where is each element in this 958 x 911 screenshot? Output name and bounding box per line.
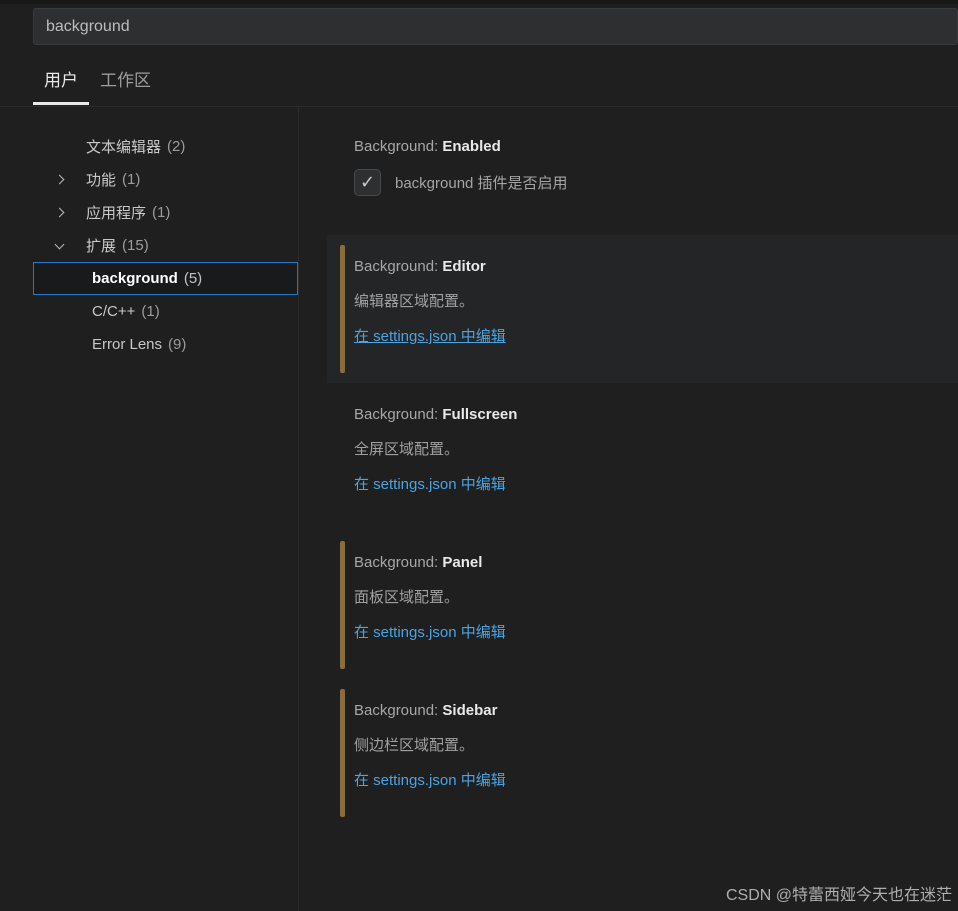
edit-in-settings-json-link[interactable]: 在 settings.json 中编辑	[354, 328, 506, 345]
setting-category: Background:	[354, 258, 443, 275]
setting-category: Background:	[354, 138, 443, 155]
modified-indicator-bar	[340, 541, 345, 669]
checkmark-icon: ✓	[359, 172, 376, 192]
chevron-slot	[54, 239, 86, 249]
toc-item-count: (9)	[168, 336, 187, 353]
toc-item-文本编辑器[interactable]: 文本编辑器 (2)	[0, 130, 298, 163]
toc-item-errorlens[interactable]: Error Lens (9)	[0, 328, 298, 361]
toc-item-label: background	[92, 270, 178, 287]
settings-list: Background: Enabled ✓ background 插件是否启用 …	[299, 107, 958, 911]
setting-link-row: 在 settings.json 中编辑	[354, 326, 938, 348]
toc-item-label: Error Lens	[92, 336, 163, 353]
chevron-slot	[54, 207, 86, 218]
chevron-icon[interactable]	[54, 174, 65, 185]
settings-toc-tree: 文本编辑器 (2) 功能 (1) 应用程序 (1) 扩展 (15) backgr…	[0, 107, 299, 911]
chevron-icon[interactable]	[54, 207, 65, 218]
setting-category: Background:	[354, 554, 443, 571]
checkbox[interactable]: ✓	[354, 169, 381, 196]
csdn-watermark: CSDN @特蕾西娅今天也在迷茫	[725, 887, 952, 904]
setting-row-sidebar[interactable]: Background: Sidebar 侧边栏区域配置。 在 settings.…	[327, 679, 958, 827]
toc-item-label: C/C++	[92, 303, 136, 320]
modified-indicator-bar	[340, 689, 345, 817]
edit-in-settings-json-link[interactable]: 在 settings.json 中编辑	[354, 624, 506, 641]
toc-item-label: 文本编辑器	[86, 139, 162, 156]
toc-item-label: 功能	[86, 172, 117, 189]
chevron-slot	[54, 174, 86, 185]
setting-description: 全屏区域配置。	[354, 441, 460, 458]
toc-item-count: (1)	[122, 171, 141, 188]
toc-item-功能[interactable]: 功能 (1)	[0, 163, 298, 196]
tab-user[interactable]: 用户	[33, 66, 89, 106]
toc-item-应用程序[interactable]: 应用程序 (1)	[0, 196, 298, 229]
setting-checkbox-row: ✓ background 插件是否启用	[354, 169, 938, 196]
setting-title: Background: Panel	[354, 553, 938, 573]
toc-item-label: 应用程序	[86, 205, 147, 222]
toc-item-label: 扩展	[86, 238, 117, 255]
setting-category: Background:	[354, 406, 443, 423]
settings-search-bar	[0, 4, 958, 45]
toc-item-扩展[interactable]: 扩展 (15)	[0, 229, 298, 262]
toc-item-count: (1)	[152, 204, 171, 221]
setting-name: Fullscreen	[442, 406, 518, 423]
toc-item-c/c++[interactable]: C/C++ (1)	[0, 295, 298, 328]
setting-description: 编辑器区域配置。	[354, 293, 475, 310]
setting-title: Background: Editor	[354, 257, 938, 277]
checkbox-label: background 插件是否启用	[395, 175, 568, 192]
toc-item-count: (1)	[141, 303, 160, 320]
setting-row-enabled[interactable]: Background: Enabled ✓ background 插件是否启用	[327, 127, 958, 235]
setting-name: Editor	[442, 258, 486, 275]
setting-link-row: 在 settings.json 中编辑	[354, 770, 938, 792]
toc-item-count: (5)	[183, 270, 203, 287]
setting-row-editor[interactable]: Background: Editor 编辑器区域配置。 在 settings.j…	[327, 235, 958, 383]
setting-row-panel[interactable]: Background: Panel 面板区域配置。 在 settings.jso…	[327, 531, 958, 679]
toc-item-count: (15)	[122, 237, 149, 254]
setting-link-row: 在 settings.json 中编辑	[354, 474, 938, 496]
setting-title: Background: Sidebar	[354, 701, 938, 721]
setting-category: Background:	[354, 702, 443, 719]
toc-item-background[interactable]: background (5)	[33, 262, 298, 295]
settings-scope-tabs: 用户 工作区	[0, 45, 958, 107]
setting-description: 面板区域配置。	[354, 589, 460, 606]
chevron-icon[interactable]	[54, 239, 65, 249]
tab-user-label: 用户	[44, 71, 78, 90]
edit-in-settings-json-link[interactable]: 在 settings.json 中编辑	[354, 476, 506, 493]
setting-title: Background: Enabled	[354, 137, 938, 157]
setting-description: 侧边栏区域配置。	[354, 737, 475, 754]
settings-search-input[interactable]	[33, 8, 958, 45]
setting-title: Background: Fullscreen	[354, 405, 938, 425]
setting-name: Panel	[442, 554, 483, 571]
tab-workspace[interactable]: 工作区	[89, 66, 162, 106]
setting-link-row: 在 settings.json 中编辑	[354, 622, 938, 644]
settings-body: 文本编辑器 (2) 功能 (1) 应用程序 (1) 扩展 (15) backgr…	[0, 107, 958, 911]
setting-name: Sidebar	[442, 702, 498, 719]
edit-in-settings-json-link[interactable]: 在 settings.json 中编辑	[354, 772, 506, 789]
setting-row-fullscreen[interactable]: Background: Fullscreen 全屏区域配置。 在 setting…	[327, 383, 958, 531]
toc-item-count: (2)	[167, 138, 186, 155]
setting-name: Enabled	[442, 138, 501, 155]
tab-workspace-label: 工作区	[100, 71, 151, 90]
modified-indicator-bar	[340, 245, 345, 373]
